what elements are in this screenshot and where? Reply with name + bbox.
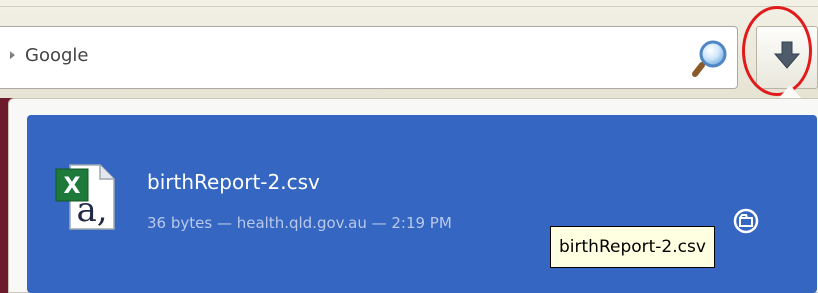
annotation-highlight-circle (742, 6, 812, 96)
magnifier-icon[interactable] (690, 37, 730, 79)
download-details: 36 bytes — health.qld.gov.au — 2:19 PM (147, 214, 452, 232)
excel-csv-file-icon: X a, (55, 164, 115, 230)
downloads-panel-arrow (778, 85, 802, 99)
download-filename: birthReport-2.csv (147, 170, 320, 194)
filename-tooltip: birthReport-2.csv (550, 226, 715, 268)
open-folder-icon[interactable] (733, 208, 759, 234)
svg-text:a,: a, (76, 190, 107, 230)
search-bar[interactable]: Google (0, 26, 738, 89)
search-input[interactable]: Google (25, 45, 88, 66)
toolbar-divider (0, 6, 818, 7)
search-engine-dropdown-icon[interactable] (10, 51, 15, 59)
navigation-toolbar: Google (0, 0, 818, 98)
